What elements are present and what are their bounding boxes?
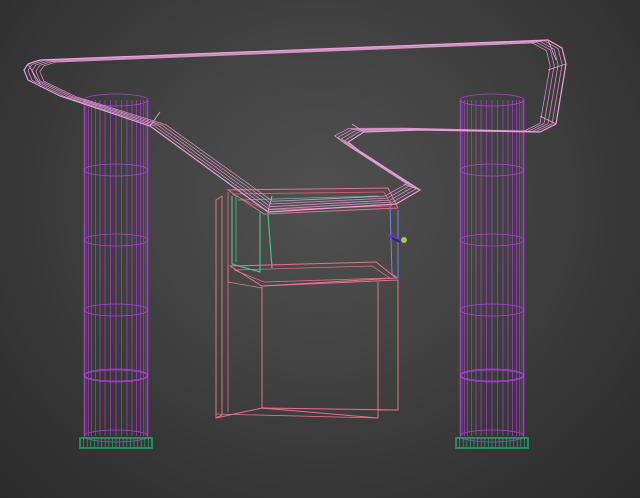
pillar-right[interactable] [455,93,529,449]
viewport-3d[interactable] [0,0,640,498]
pillar-left[interactable] [79,93,153,449]
wireframe-scene[interactable] [0,0,640,498]
suspended-box[interactable] [215,187,399,419]
